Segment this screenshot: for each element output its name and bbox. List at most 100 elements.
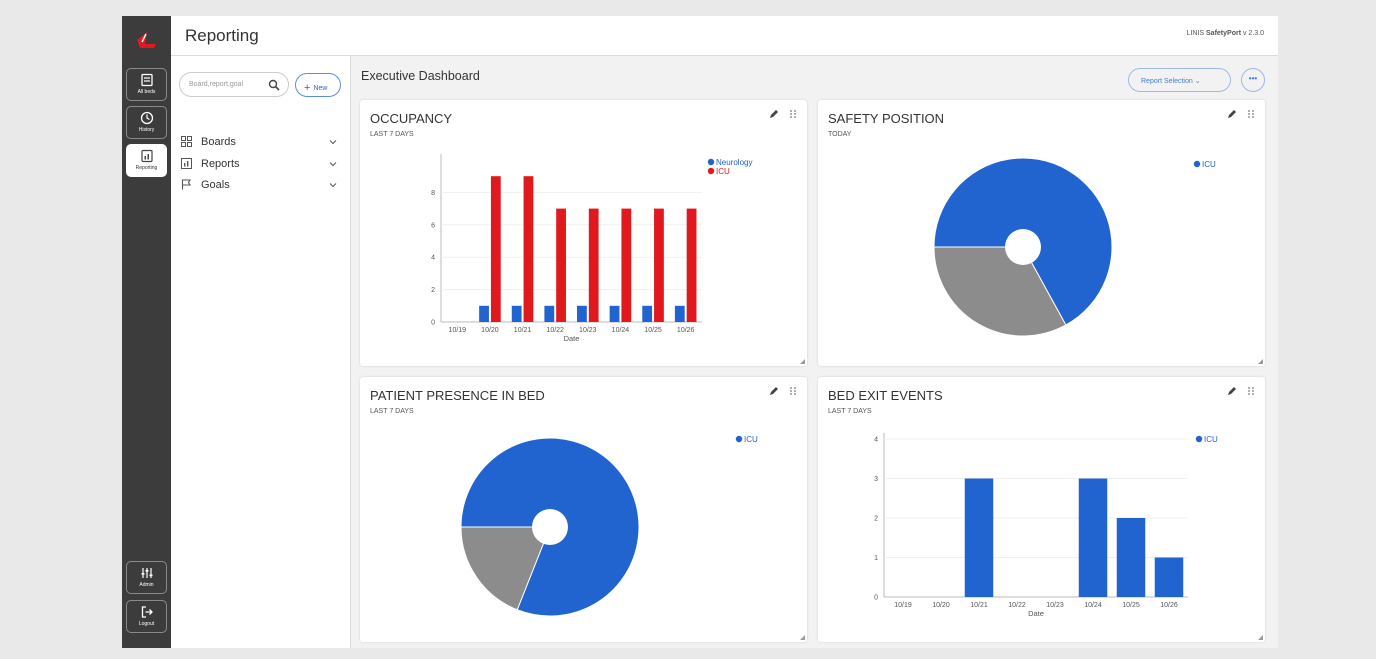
chevron-down-icon[interactable] <box>329 181 337 189</box>
version-label: LINIS SafetyPort v 2.3.0 <box>1187 30 1264 37</box>
app-logo <box>137 32 156 48</box>
x-tick-label: 10/23 <box>1046 602 1064 609</box>
legend-label: ICU <box>1204 435 1218 444</box>
rail-reporting-label: Reporting <box>135 165 158 171</box>
search-icon[interactable] <box>268 79 280 91</box>
more-options-button[interactable]: ••• <box>1241 68 1265 92</box>
report-selection-dropdown[interactable]: Report Selection ⌄ <box>1128 68 1231 92</box>
bar-icu <box>1154 557 1184 597</box>
bar-neurology <box>674 305 685 322</box>
bar-icu <box>490 176 501 322</box>
bar-neurology <box>577 305 587 322</box>
app-window: All beds History Reporting Admin Logout … <box>122 16 1278 648</box>
x-tick-label: 10/22 <box>1008 602 1026 609</box>
x-axis-label: Date <box>1028 609 1044 618</box>
rail-admin-button[interactable]: Admin <box>126 561 167 594</box>
legend-dot <box>707 158 715 166</box>
legend-dot <box>735 435 743 443</box>
nav-item-boards[interactable]: Boards <box>181 135 341 151</box>
y-tick-label: 8 <box>431 190 435 197</box>
y-tick-label: 4 <box>431 255 435 262</box>
dashboard-area: Executive Dashboard Report Selection ⌄ •… <box>351 56 1278 648</box>
new-button[interactable]: + New <box>295 73 341 97</box>
nav-item-label: Reports <box>201 158 240 170</box>
bed-exit-events-bar-chart: 0 1 2 3 4 10/19 10/20 10/21 10/22 10/23 10/24 10/25… <box>874 433 1218 618</box>
resize-handle-icon[interactable] <box>1258 635 1263 640</box>
bar-icu <box>1078 478 1108 597</box>
bar-icu <box>686 208 697 322</box>
patient-presence-card[interactable]: PATIENT PRESENCE IN BED LAST 7 DAYS ICU <box>360 377 807 642</box>
report-selection-label: Report Selection <box>1141 78 1193 85</box>
bar-neurology <box>479 305 489 322</box>
y-tick-label: 2 <box>431 287 435 294</box>
bar-icu <box>621 208 632 322</box>
x-tick-label: 10/25 <box>644 327 662 334</box>
dashboard-title: Executive Dashboard <box>361 69 480 83</box>
bar-neurology <box>642 305 653 322</box>
legend-dot <box>1195 435 1203 443</box>
bar-icu <box>654 208 664 322</box>
occupancy-card[interactable]: OCCUPANCY LAST 7 DAYS 0 2 4 6 8 10/19 10/20 10/… <box>360 100 807 366</box>
search-input[interactable]: Board,report,goal <box>179 72 289 97</box>
x-tick-label: 10/26 <box>1160 602 1178 609</box>
legend-label: ICU <box>744 435 758 444</box>
bar-icu <box>556 208 566 322</box>
y-tick-label: 3 <box>874 476 878 483</box>
legend-label: ICU <box>716 167 730 176</box>
page-title: Reporting <box>185 26 259 45</box>
rail-history-button[interactable]: History <box>126 106 167 139</box>
x-tick-label: 10/25 <box>1122 602 1140 609</box>
bar-icu <box>964 478 994 597</box>
plus-icon: + <box>304 82 311 94</box>
bar-icu <box>588 208 599 322</box>
x-tick-label: 10/21 <box>970 602 988 609</box>
flag-icon <box>181 179 191 190</box>
bed-exit-events-card[interactable]: BED EXIT EVENTS LAST 7 DAYS 0 1 2 3 4 10/19 10… <box>818 377 1265 642</box>
top-bar: Reporting LINIS SafetyPort v 2.3.0 <box>171 16 1278 56</box>
version-brand: SafetyPort <box>1206 30 1242 37</box>
pie-center-hole <box>532 509 568 545</box>
reports-icon <box>181 158 192 169</box>
nav-item-reports[interactable]: Reports <box>181 157 341 173</box>
rail-logout-button[interactable]: Logout <box>126 600 167 633</box>
more-icon: ••• <box>1248 74 1258 83</box>
x-tick-label: 10/22 <box>546 327 564 334</box>
bar-icu <box>1116 518 1146 597</box>
rail-all-beds-button[interactable]: All beds <box>126 68 167 101</box>
clock-icon <box>140 111 153 125</box>
y-tick-label: 4 <box>874 437 878 444</box>
y-tick-label: 0 <box>874 595 878 602</box>
chevron-down-icon[interactable] <box>329 138 337 146</box>
new-button-label: New <box>313 85 328 92</box>
x-tick-label: 10/19 <box>894 602 912 609</box>
version-prefix: LINIS <box>1186 30 1207 37</box>
y-tick-label: 1 <box>874 555 878 562</box>
chevron-down-icon[interactable] <box>329 160 337 168</box>
rail-reporting-button[interactable]: Reporting <box>126 144 167 177</box>
occupancy-bar-chart: 0 2 4 6 8 10/19 10/20 10/21 10/22 10/23 10/24 10/25… <box>431 154 752 343</box>
x-tick-label: 10/24 <box>1084 602 1102 609</box>
chevron-down-icon: ⌄ <box>1194 78 1201 85</box>
resize-handle-icon[interactable] <box>800 635 805 640</box>
version-number: v 2.3.0 <box>1241 30 1264 37</box>
search-placeholder: Board,report,goal <box>189 81 244 88</box>
rail-logout-label: Logout <box>138 621 155 627</box>
rail-history-label: History <box>138 127 155 133</box>
bar-neurology <box>609 305 620 322</box>
nav-item-label: Boards <box>201 136 236 148</box>
y-tick-label: 2 <box>874 516 878 523</box>
bar-neurology <box>544 305 555 322</box>
x-tick-label: 10/26 <box>677 327 695 334</box>
nav-item-goals[interactable]: Goals <box>181 178 341 194</box>
resize-handle-icon[interactable] <box>800 359 805 364</box>
patient-presence-pie-chart: ICU <box>460 435 758 617</box>
x-tick-label: 10/24 <box>612 327 630 334</box>
bed-list-icon <box>140 73 153 87</box>
safety-position-card[interactable]: SAFETY POSITION TODAY ICU <box>818 100 1265 366</box>
y-tick-label: 6 <box>431 222 435 229</box>
legend-label: ICU <box>1202 160 1216 169</box>
pie-center-hole <box>1005 229 1041 265</box>
resize-handle-icon[interactable] <box>1258 359 1263 364</box>
chart-icon <box>140 149 153 163</box>
x-tick-label: 10/20 <box>932 602 950 609</box>
